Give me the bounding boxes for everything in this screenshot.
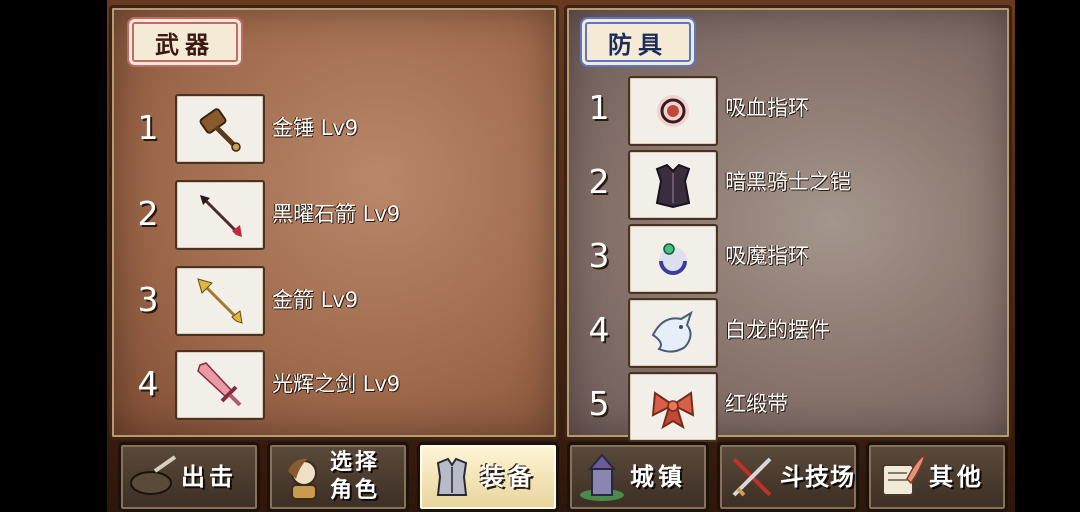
nav-select-line1: 选择 — [330, 450, 381, 475]
armor-slot[interactable] — [628, 150, 718, 220]
nav-town-button[interactable]: 城镇 — [567, 442, 709, 512]
weapon-slot[interactable] — [175, 350, 265, 420]
bottom-nav: 出击 选择 角色 装备 城镇 斗技场 其他 — [0, 438, 1080, 512]
nav-select-line2: 角色 — [330, 478, 381, 503]
weapon-number: 2 — [137, 194, 159, 233]
nav-sortie-button[interactable]: 出击 — [118, 442, 260, 512]
nav-equipment-label: 装备 — [480, 463, 536, 491]
nav-select-character-button[interactable]: 选择 角色 — [267, 442, 409, 512]
golden-hammer-icon — [199, 108, 241, 152]
weapon-row-3[interactable]: 3 金箭 Lv9 — [112, 264, 556, 336]
weapon-row-1[interactable]: 1 金锤 Lv9 — [112, 92, 556, 164]
red-ribbon-icon — [651, 391, 695, 430]
armor-row-4[interactable]: 4 白龙的摆件 — [567, 296, 1009, 368]
armor-slot[interactable] — [628, 372, 718, 442]
weapon-name: 金箭 Lv9 — [272, 288, 359, 312]
armor-slot[interactable] — [628, 224, 718, 294]
weapon-row-4[interactable]: 4 光辉之剑 Lv9 — [112, 348, 556, 420]
weapons-panel: 武器 1 金锤 Lv9 2 黑曜石箭 Lv9 3 金箭 Lv9 4 光辉之剑 L… — [109, 5, 559, 440]
weapon-row-2[interactable]: 2 黑曜石箭 Lv9 — [112, 178, 556, 250]
armor-title: 防具 — [585, 22, 691, 62]
armor-name: 吸血指环 — [725, 96, 809, 120]
weapon-name: 金锤 Lv9 — [272, 116, 359, 140]
armor-name: 暗黑骑士之铠 — [725, 170, 851, 194]
golden-arrow-icon — [197, 278, 243, 324]
nav-other-label: 其他 — [929, 463, 985, 491]
weapon-name: 黑曜石箭 Lv9 — [272, 202, 401, 226]
armor-number: 2 — [588, 162, 610, 201]
mana-ring-icon — [659, 243, 687, 275]
armor-row-1[interactable]: 1 吸血指环 — [567, 74, 1009, 146]
armor-panel: 防具 1 吸血指环 2 暗黑骑士之铠 3 吸魔指环 4 白龙的摆件 5 红缎带 — [564, 5, 1012, 442]
weapon-number: 1 — [137, 108, 159, 147]
radiant-sword-icon — [197, 362, 242, 407]
armor-slot[interactable] — [628, 298, 718, 368]
vampire-ring-icon — [657, 95, 689, 127]
armor-name: 白龙的摆件 — [725, 318, 830, 342]
nav-sortie-label: 出击 — [181, 463, 237, 491]
nav-town-label: 城镇 — [630, 463, 686, 491]
dark-knight-armor-icon — [655, 163, 691, 209]
armor-row-2[interactable]: 2 暗黑骑士之铠 — [567, 148, 1009, 220]
weapon-slot[interactable] — [175, 266, 265, 336]
armor-row-5[interactable]: 5 红缎带 — [567, 370, 1009, 442]
weapon-number: 4 — [137, 364, 159, 403]
armor-row-3[interactable]: 3 吸魔指环 — [567, 222, 1009, 294]
weapon-number: 3 — [137, 280, 159, 319]
nav-arena-button[interactable]: 斗技场 — [717, 442, 859, 512]
wok-icon — [130, 455, 177, 495]
obsidian-arrow-icon — [200, 195, 242, 237]
armor-number: 1 — [588, 88, 610, 127]
nav-other-button[interactable]: 其他 — [866, 442, 1008, 512]
armor-name: 吸魔指环 — [725, 244, 809, 268]
armor-number: 3 — [588, 236, 610, 275]
scroll-quill-icon — [882, 453, 927, 496]
white-dragon-ornament-icon — [651, 310, 693, 353]
nav-equipment-button[interactable]: 装备 — [417, 442, 559, 512]
armor-number: 4 — [588, 310, 610, 349]
weapons-title: 武器 — [132, 22, 238, 62]
crossed-swords-icon — [732, 457, 772, 497]
weapon-slot[interactable] — [175, 180, 265, 250]
armor-equipment-icon — [436, 457, 468, 496]
castle-icon — [580, 453, 624, 501]
armor-slot[interactable] — [628, 76, 718, 146]
weapon-name: 光辉之剑 Lv9 — [272, 372, 401, 396]
character-portrait-icon — [288, 458, 317, 500]
weapon-slot[interactable] — [175, 94, 265, 164]
nav-arena-label: 斗技场 — [780, 463, 855, 491]
nav-select-character-label: 选择 角色 — [330, 449, 380, 505]
armor-name: 红缎带 — [725, 392, 788, 416]
armor-number: 5 — [588, 384, 610, 423]
